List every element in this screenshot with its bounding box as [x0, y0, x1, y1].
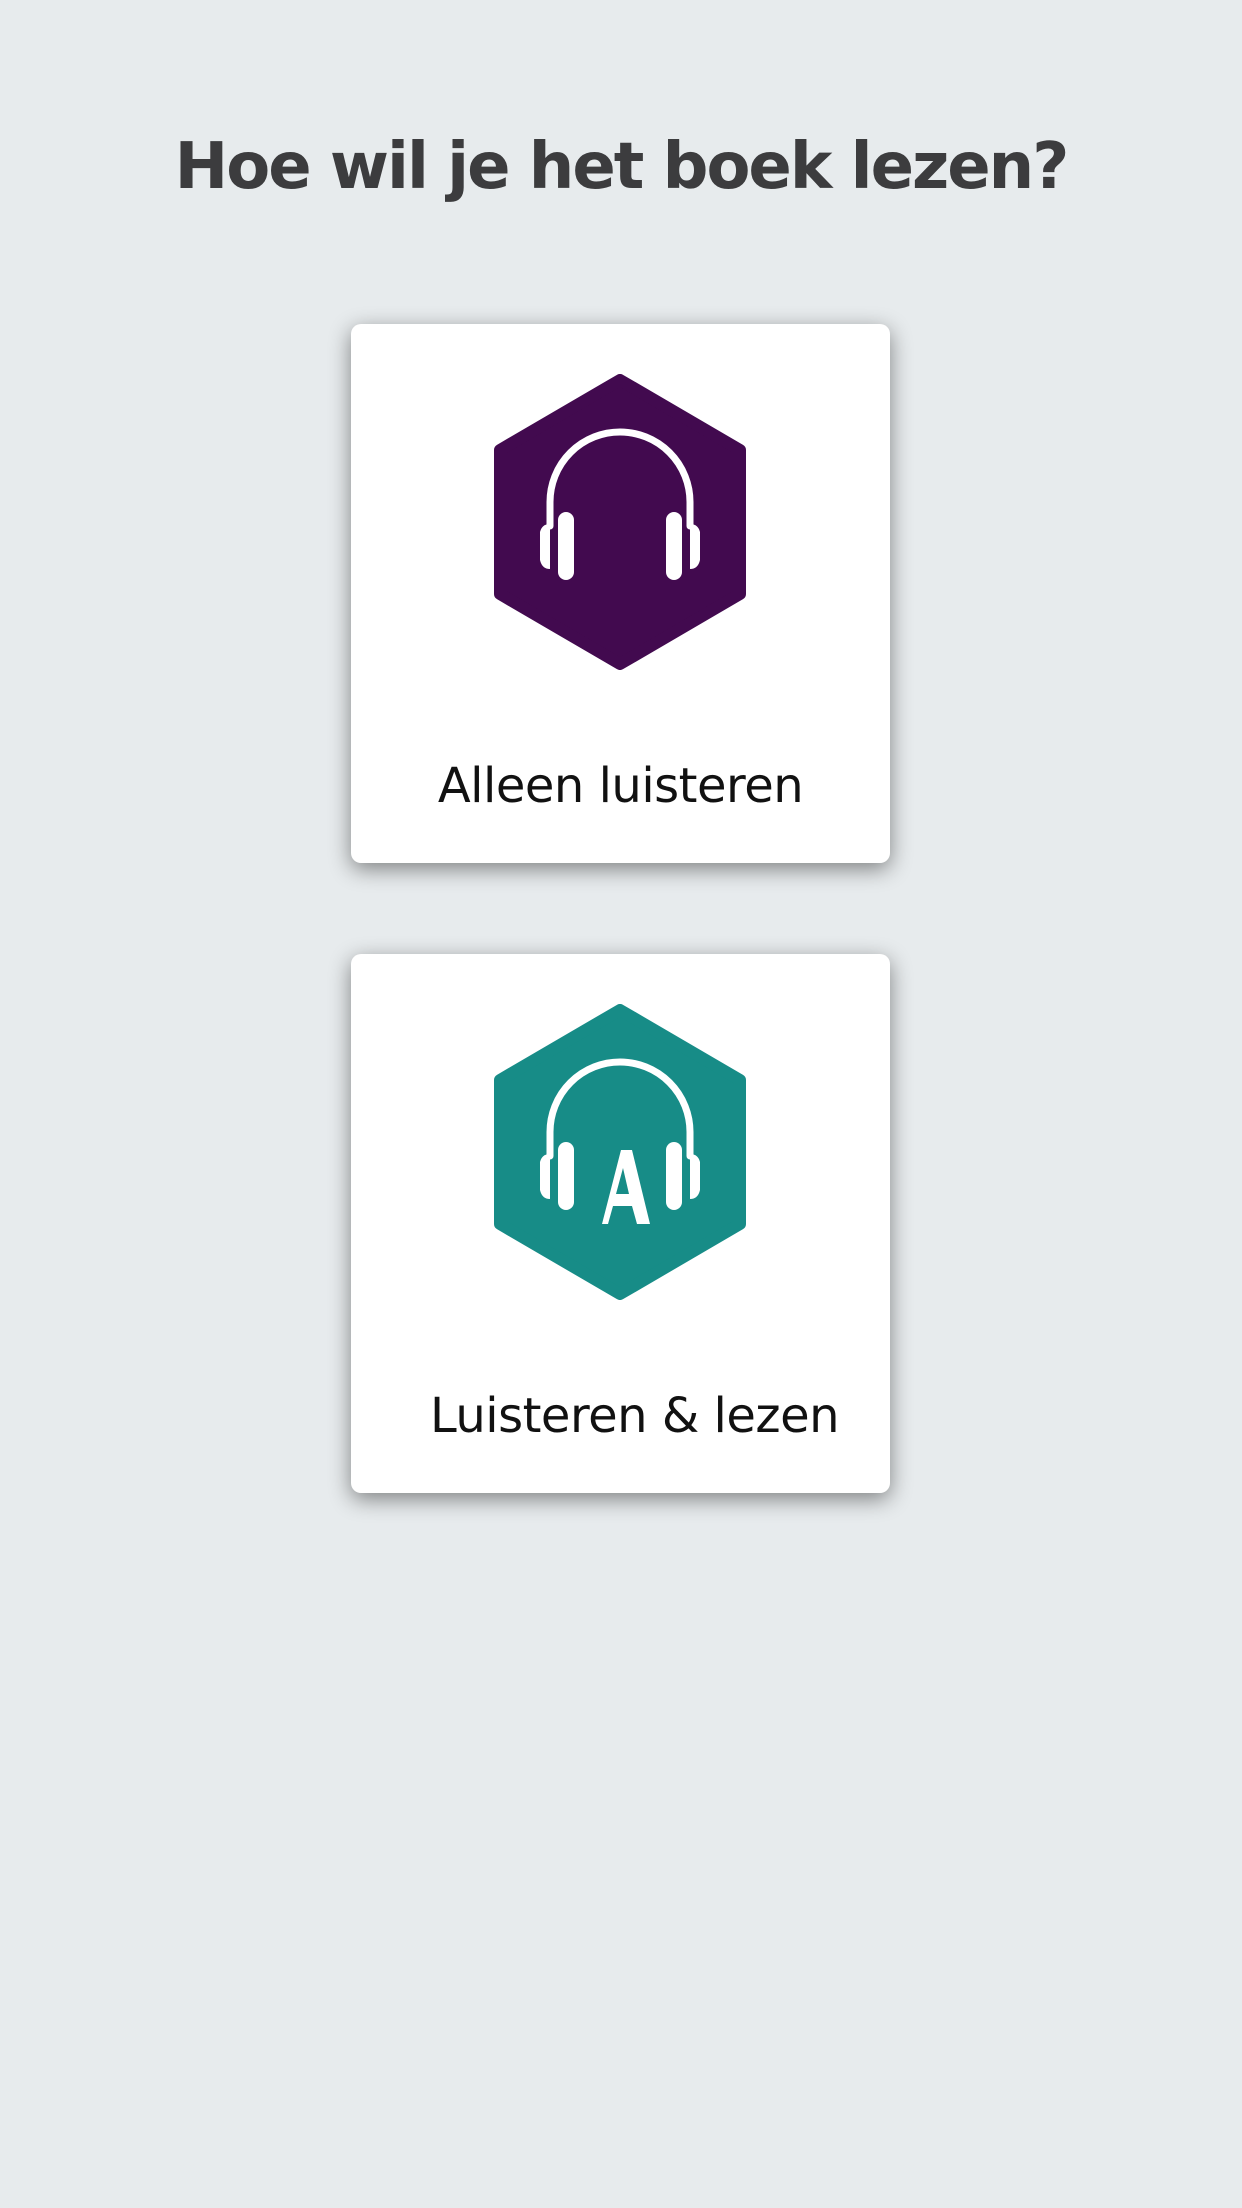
hexagon-badge-purple	[494, 374, 746, 670]
hexagon-badge-teal	[494, 1004, 746, 1300]
page-title: Hoe wil je het boek lezen?	[174, 130, 1070, 204]
listen-only-option[interactable]: Alleen luisteren	[351, 324, 890, 863]
headphones-icon	[492, 374, 748, 670]
headphones-letter-a-icon	[492, 1004, 748, 1300]
listen-and-read-option[interactable]: Luisteren & lezen	[351, 954, 890, 1493]
option-label-listen-and-read: Luisteren & lezen	[429, 1388, 840, 1444]
option-label-listen-only: Alleen luisteren	[437, 758, 804, 814]
